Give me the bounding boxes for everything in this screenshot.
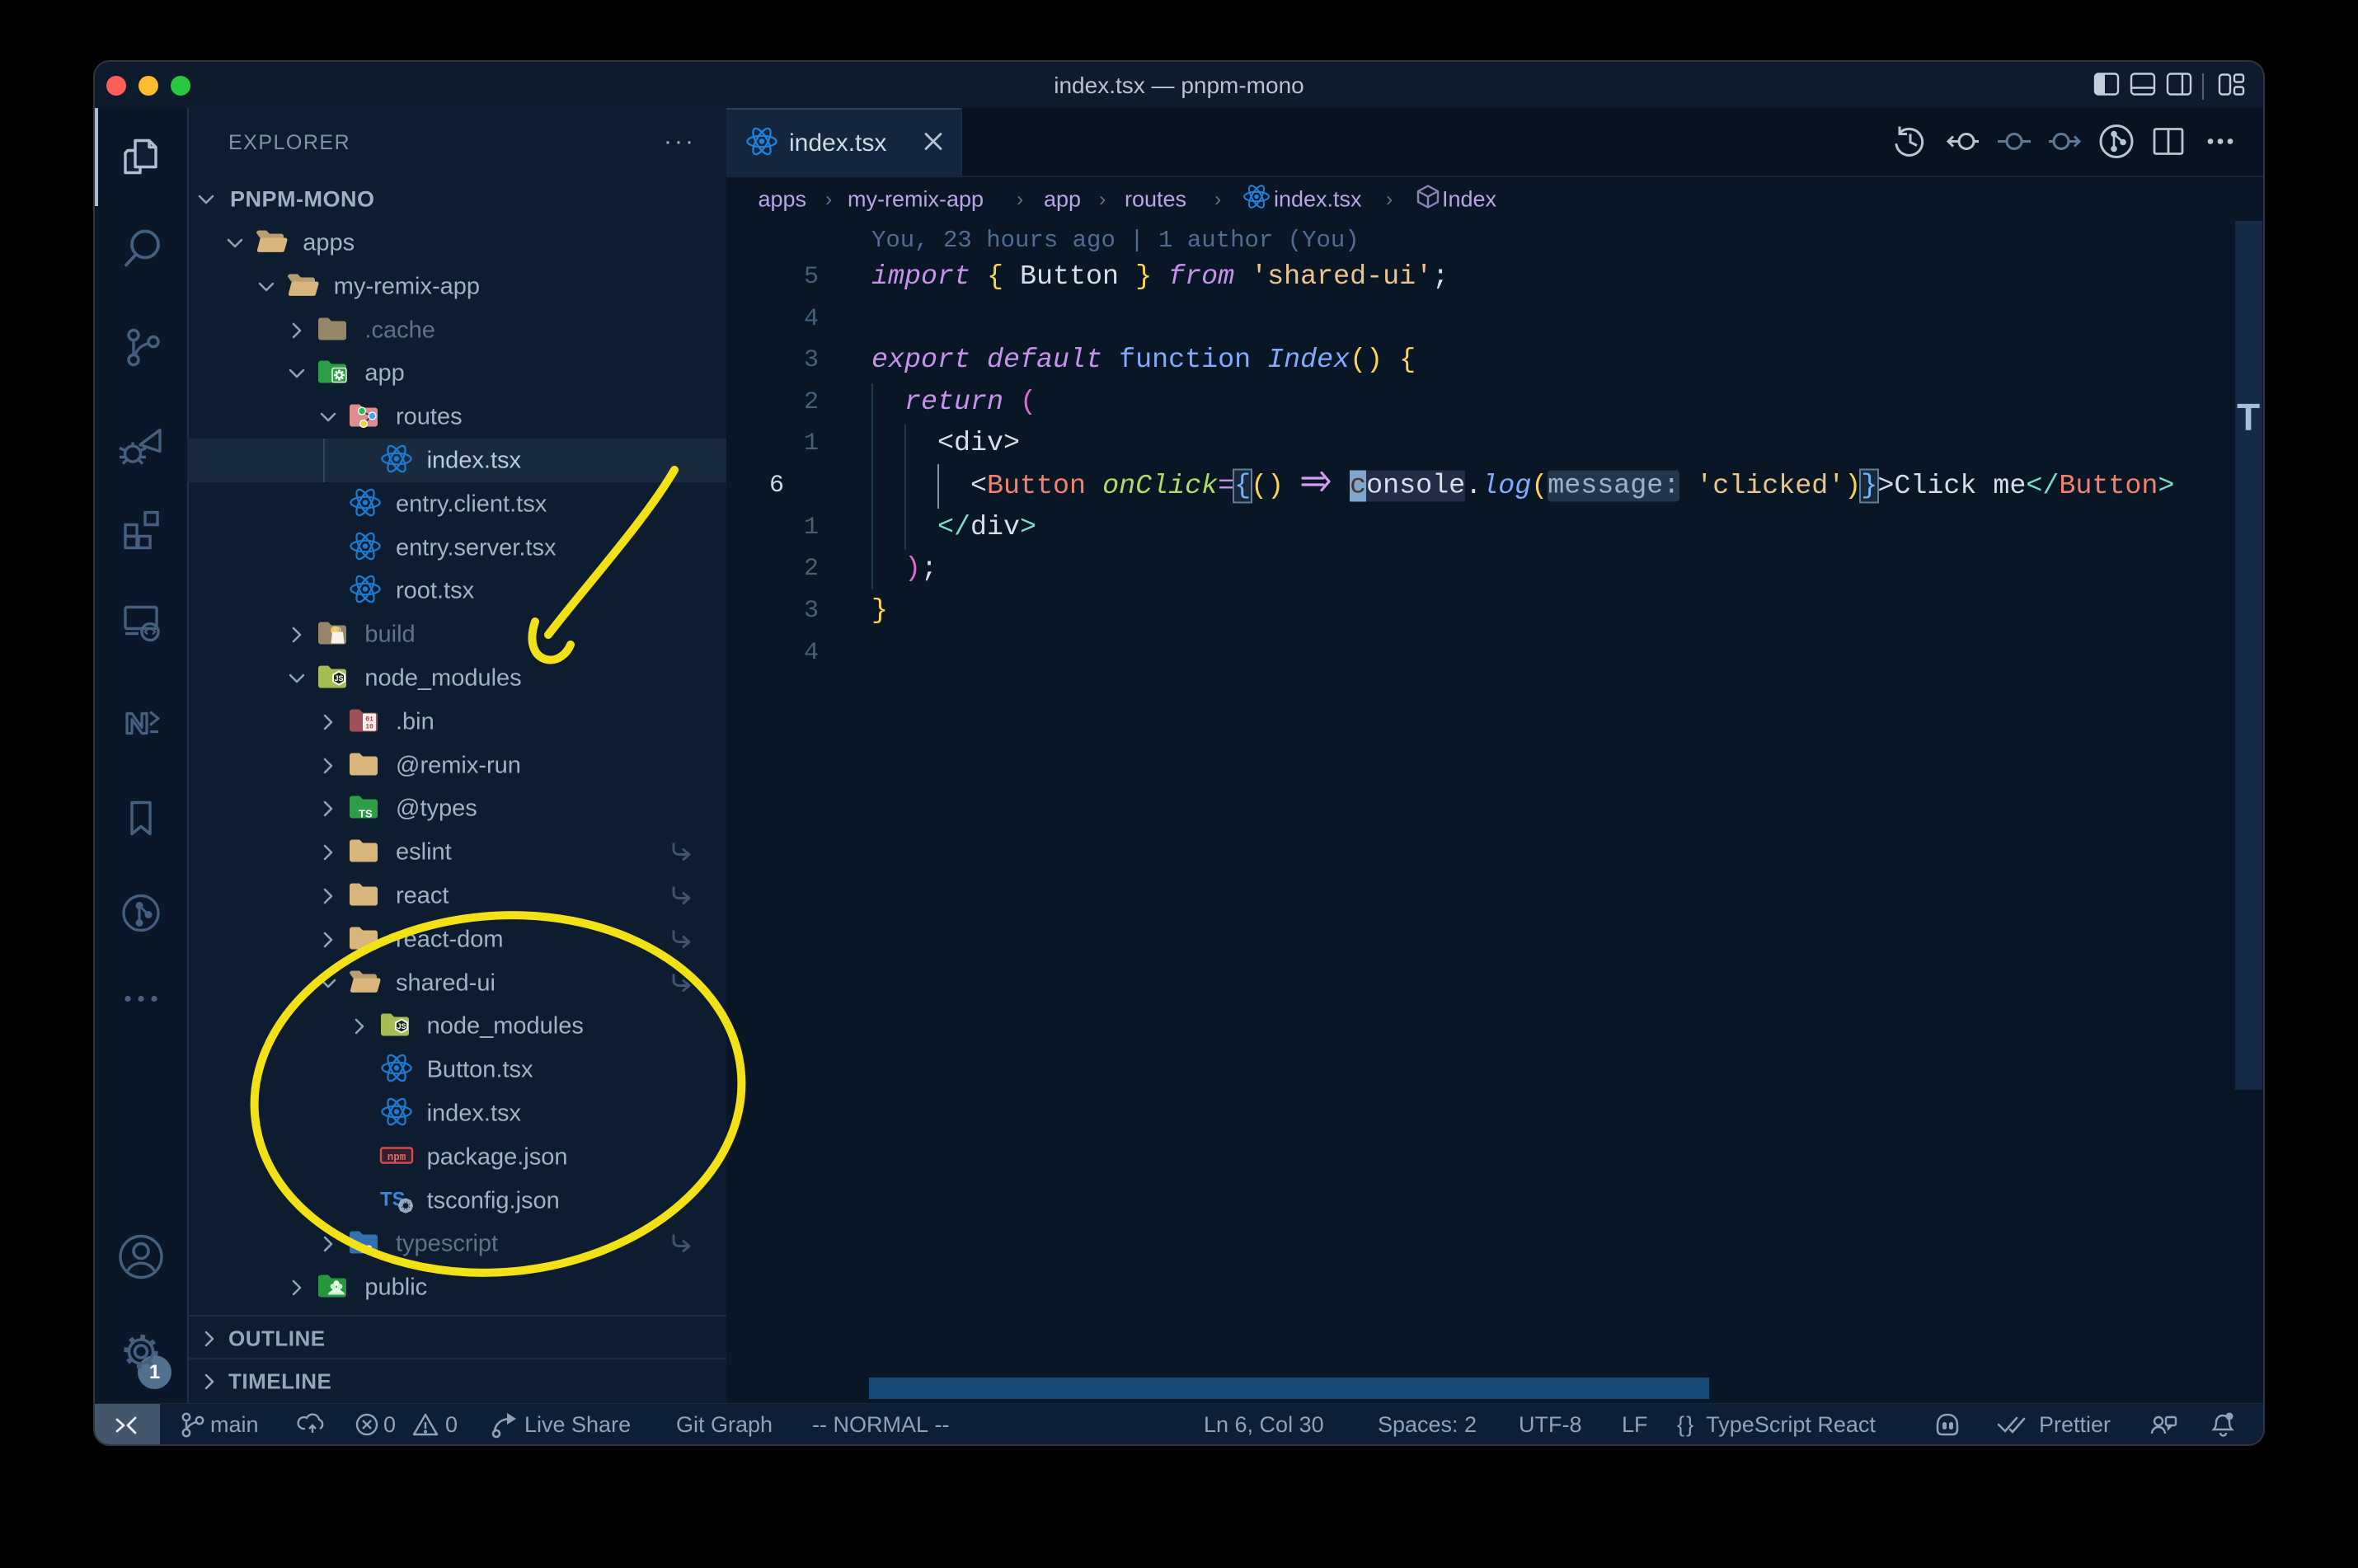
svg-text:01: 01 [365,716,373,723]
svg-text:JS: JS [397,1022,406,1030]
svg-text:npm: npm [387,1152,406,1163]
svg-text:TS: TS [359,1243,373,1256]
svg-text:JS: JS [335,674,344,683]
svg-text:TS: TS [359,808,373,820]
svg-text:10: 10 [365,723,373,730]
